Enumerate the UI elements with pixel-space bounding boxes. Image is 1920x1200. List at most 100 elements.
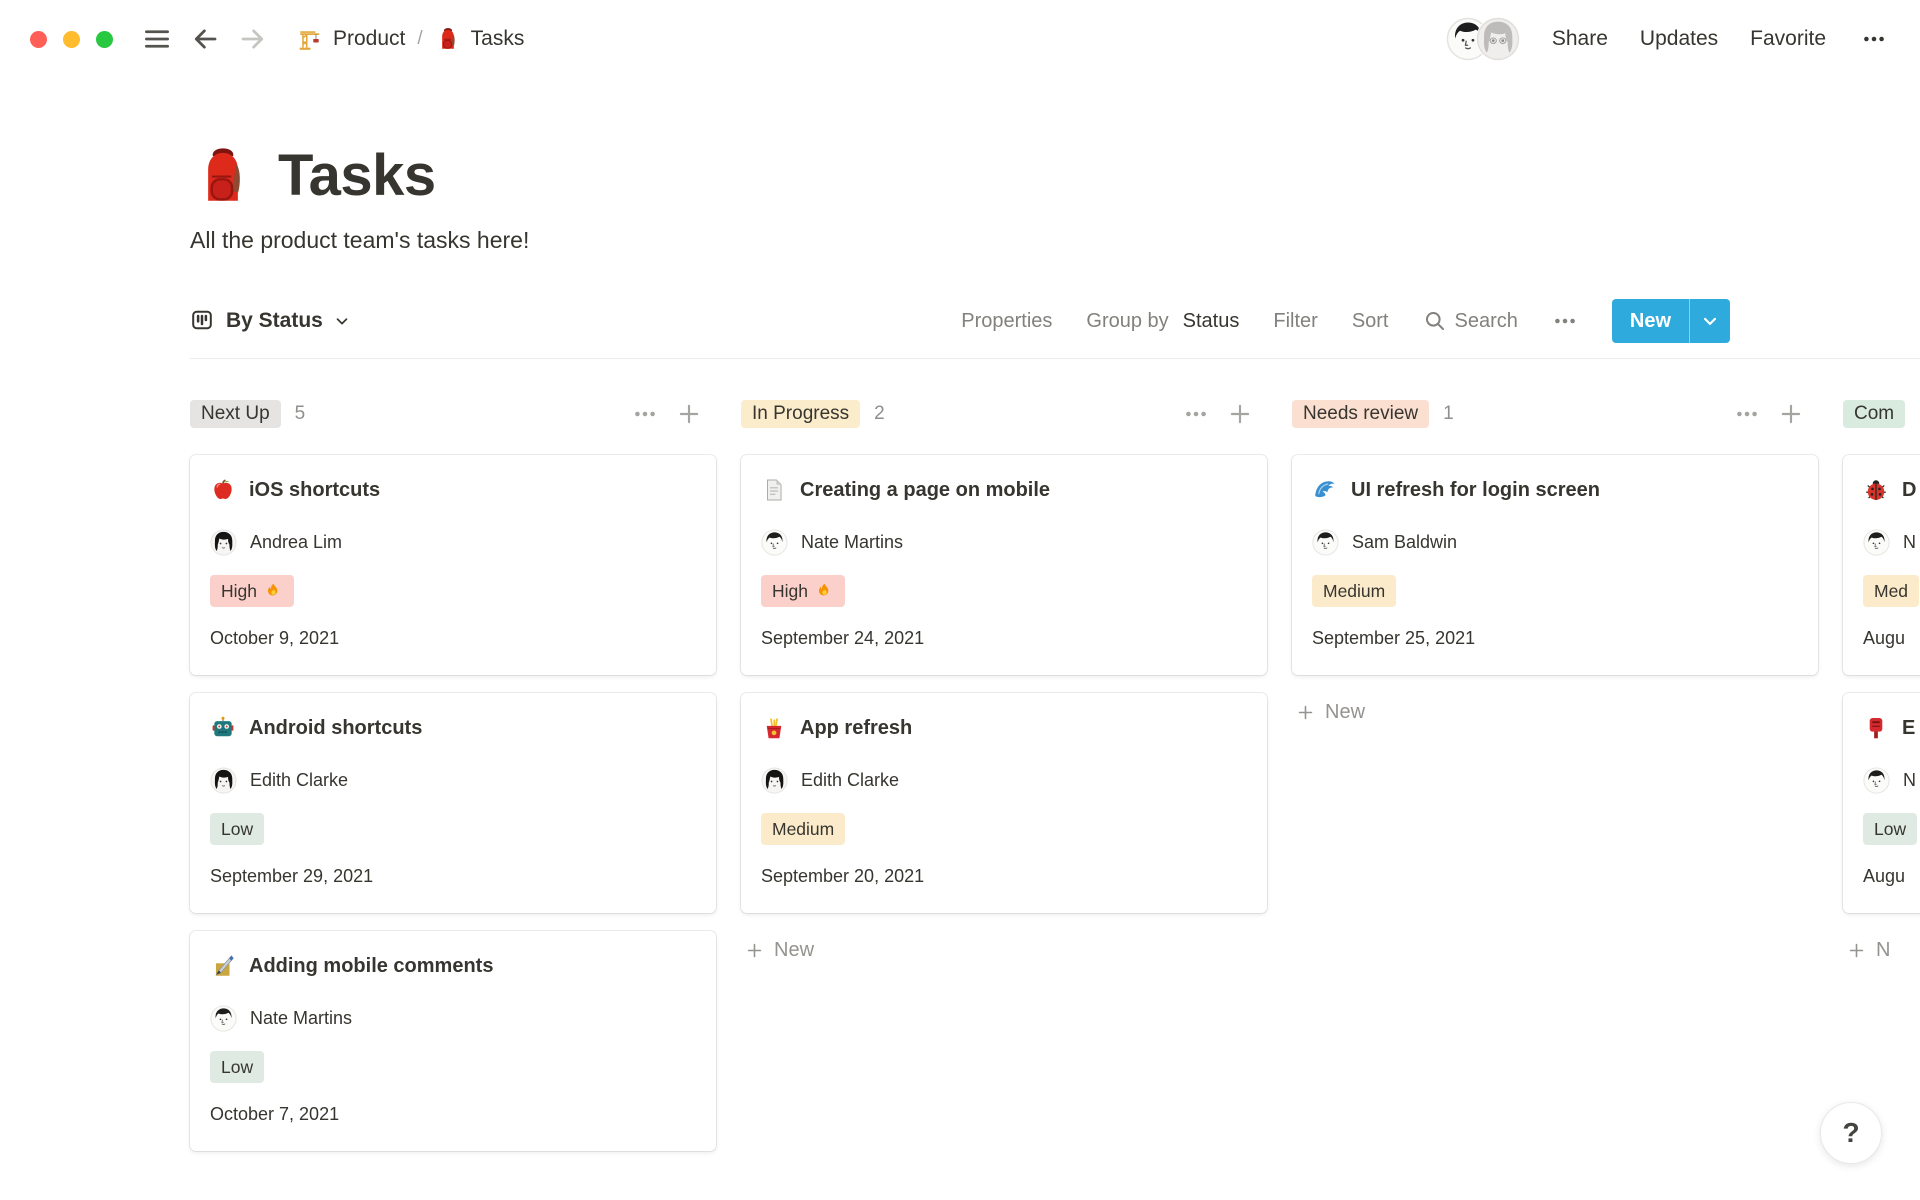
card-due-date: October 9, 2021: [210, 625, 696, 651]
robot-emoji: [210, 715, 236, 741]
fire-emoji: [264, 582, 283, 601]
traffic-light-zoom[interactable]: [96, 31, 113, 48]
properties-button[interactable]: Properties: [961, 310, 1052, 333]
column-new-button[interactable]: New: [741, 939, 1267, 962]
priority-badge: Medium: [761, 813, 845, 845]
card-title-text: UI refresh for login screen: [1351, 479, 1600, 502]
avatar: [761, 767, 788, 794]
card-title-row: Android shortcuts: [210, 713, 696, 743]
column-status-badge[interactable]: Com: [1843, 400, 1905, 428]
task-card[interactable]: iOS shortcutsAndrea LimHighOctober 9, 20…: [190, 455, 716, 675]
task-card[interactable]: App refresh Edith Clarke Medium September 2…: [741, 693, 1267, 913]
view-switcher-label: By Status: [226, 309, 323, 333]
search-icon: [1423, 309, 1447, 333]
plus-icon: [1296, 703, 1315, 722]
avatar: [1312, 529, 1339, 556]
avatar: [1476, 17, 1520, 61]
red-apple-emoji: [210, 477, 236, 503]
column-cards: Creating a page on mobileNate MartinsHig…: [741, 455, 1267, 913]
task-card[interactable]: UI refresh for login screenSam BaldwinMe…: [1292, 455, 1818, 675]
column-header: Com: [1843, 397, 1920, 431]
favorite-button[interactable]: Favorite: [1750, 27, 1826, 51]
column-add-icon[interactable]: [676, 401, 702, 427]
traffic-light-minimize[interactable]: [63, 31, 80, 48]
column-cards: DNMedAugu ENLowAugu: [1843, 455, 1920, 913]
sort-button[interactable]: Sort: [1352, 310, 1389, 333]
hamburger-icon[interactable]: [141, 23, 173, 55]
task-card[interactable]: Adding mobile commentsNate MartinsLowOct…: [190, 931, 716, 1151]
card-title-text: Adding mobile comments: [249, 955, 493, 978]
backpack-emoji: [435, 26, 461, 52]
column-header-actions: [1734, 401, 1804, 427]
column-card-count: 1: [1443, 403, 1454, 425]
column-more-icon[interactable]: [1734, 401, 1760, 427]
board-column-needs-review: Needs review 1 UI refresh for login screen…: [1292, 397, 1818, 724]
column-new-button[interactable]: New: [1292, 701, 1818, 724]
priority-label: Medium: [772, 819, 834, 840]
collaborator-avatars[interactable]: [1446, 17, 1520, 61]
card-title-text: Android shortcuts: [249, 717, 422, 740]
priority-label: High: [221, 581, 257, 602]
task-card[interactable]: Creating a page on mobileNate MartinsHig…: [741, 455, 1267, 675]
card-title-row: Adding mobile comments: [210, 951, 696, 981]
column-add-icon[interactable]: [1778, 401, 1804, 427]
new-button-label: N: [1876, 939, 1890, 962]
priority-badge: High: [210, 575, 294, 607]
avatar: [210, 1005, 237, 1032]
help-button[interactable]: ?: [1820, 1102, 1882, 1164]
priority-badge: Low: [210, 1051, 264, 1083]
toolbar-more-icon[interactable]: [1552, 308, 1578, 334]
toolbar-divider: [190, 358, 1920, 359]
column-status-badge[interactable]: In Progress: [741, 400, 860, 428]
new-button[interactable]: New: [1612, 299, 1730, 343]
card-due-date: September 20, 2021: [761, 863, 1247, 889]
breadcrumb-item-tasks[interactable]: Tasks: [429, 22, 531, 56]
filter-button[interactable]: Filter: [1273, 310, 1317, 333]
column-more-icon[interactable]: [632, 401, 658, 427]
priority-badge: High: [761, 575, 845, 607]
new-button-chevron-icon[interactable]: [1690, 299, 1730, 343]
more-options-icon[interactable]: [1858, 23, 1890, 55]
card-title-text: iOS shortcuts: [249, 479, 380, 502]
view-toolbar: By Status Properties Group by Status Fil…: [190, 298, 1730, 344]
plus-icon: [745, 941, 764, 960]
traffic-light-close[interactable]: [30, 31, 47, 48]
view-switcher[interactable]: By Status: [190, 308, 351, 334]
card-assignee-row: Edith Clarke: [761, 765, 1247, 795]
back-arrow-icon[interactable]: [189, 23, 221, 55]
share-button[interactable]: Share: [1552, 27, 1608, 51]
avatar: [1863, 767, 1890, 794]
card-assignee-row: Sam Baldwin: [1312, 527, 1798, 557]
column-more-icon[interactable]: [1183, 401, 1209, 427]
new-button-label[interactable]: New: [1612, 299, 1689, 343]
task-card[interactable]: Android shortcutsEdith ClarkeLowSeptembe…: [190, 693, 716, 913]
column-new-button[interactable]: N: [1843, 939, 1920, 962]
search-button[interactable]: Search: [1423, 309, 1518, 333]
column-add-icon[interactable]: [1227, 401, 1253, 427]
group-by-value: Status: [1183, 310, 1240, 333]
building-construction-emoji: [297, 26, 323, 52]
task-card[interactable]: DNMedAugu: [1843, 455, 1920, 675]
breadcrumb-separator: /: [417, 28, 422, 50]
column-status-badge[interactable]: Needs review: [1292, 400, 1429, 428]
avatar: [210, 767, 237, 794]
priority-label: Low: [221, 819, 253, 840]
new-button-label: New: [1325, 701, 1365, 724]
card-title-text: App refresh: [800, 717, 912, 740]
column-status-badge[interactable]: Next Up: [190, 400, 281, 428]
column-header: Next Up5: [190, 397, 716, 431]
card-title-row: iOS shortcuts: [210, 475, 696, 505]
breadcrumb-item-product[interactable]: Product: [291, 22, 411, 56]
board-column-completed-clipped: Com DNMedAugu ENLowAugu N: [1843, 397, 1920, 962]
card-title-row: E: [1863, 713, 1920, 743]
search-label: Search: [1455, 310, 1518, 333]
page-icon-backpack[interactable]: [190, 143, 256, 209]
forward-arrow-icon: [237, 23, 269, 55]
card-priority-row: High: [761, 575, 1247, 607]
group-by-button[interactable]: Group by Status: [1086, 310, 1239, 333]
task-card[interactable]: ENLowAugu: [1843, 693, 1920, 913]
board-view-icon: [190, 308, 216, 334]
page-title: Tasks: [278, 142, 436, 209]
updates-button[interactable]: Updates: [1640, 27, 1718, 51]
breadcrumb-label: Tasks: [471, 27, 525, 51]
